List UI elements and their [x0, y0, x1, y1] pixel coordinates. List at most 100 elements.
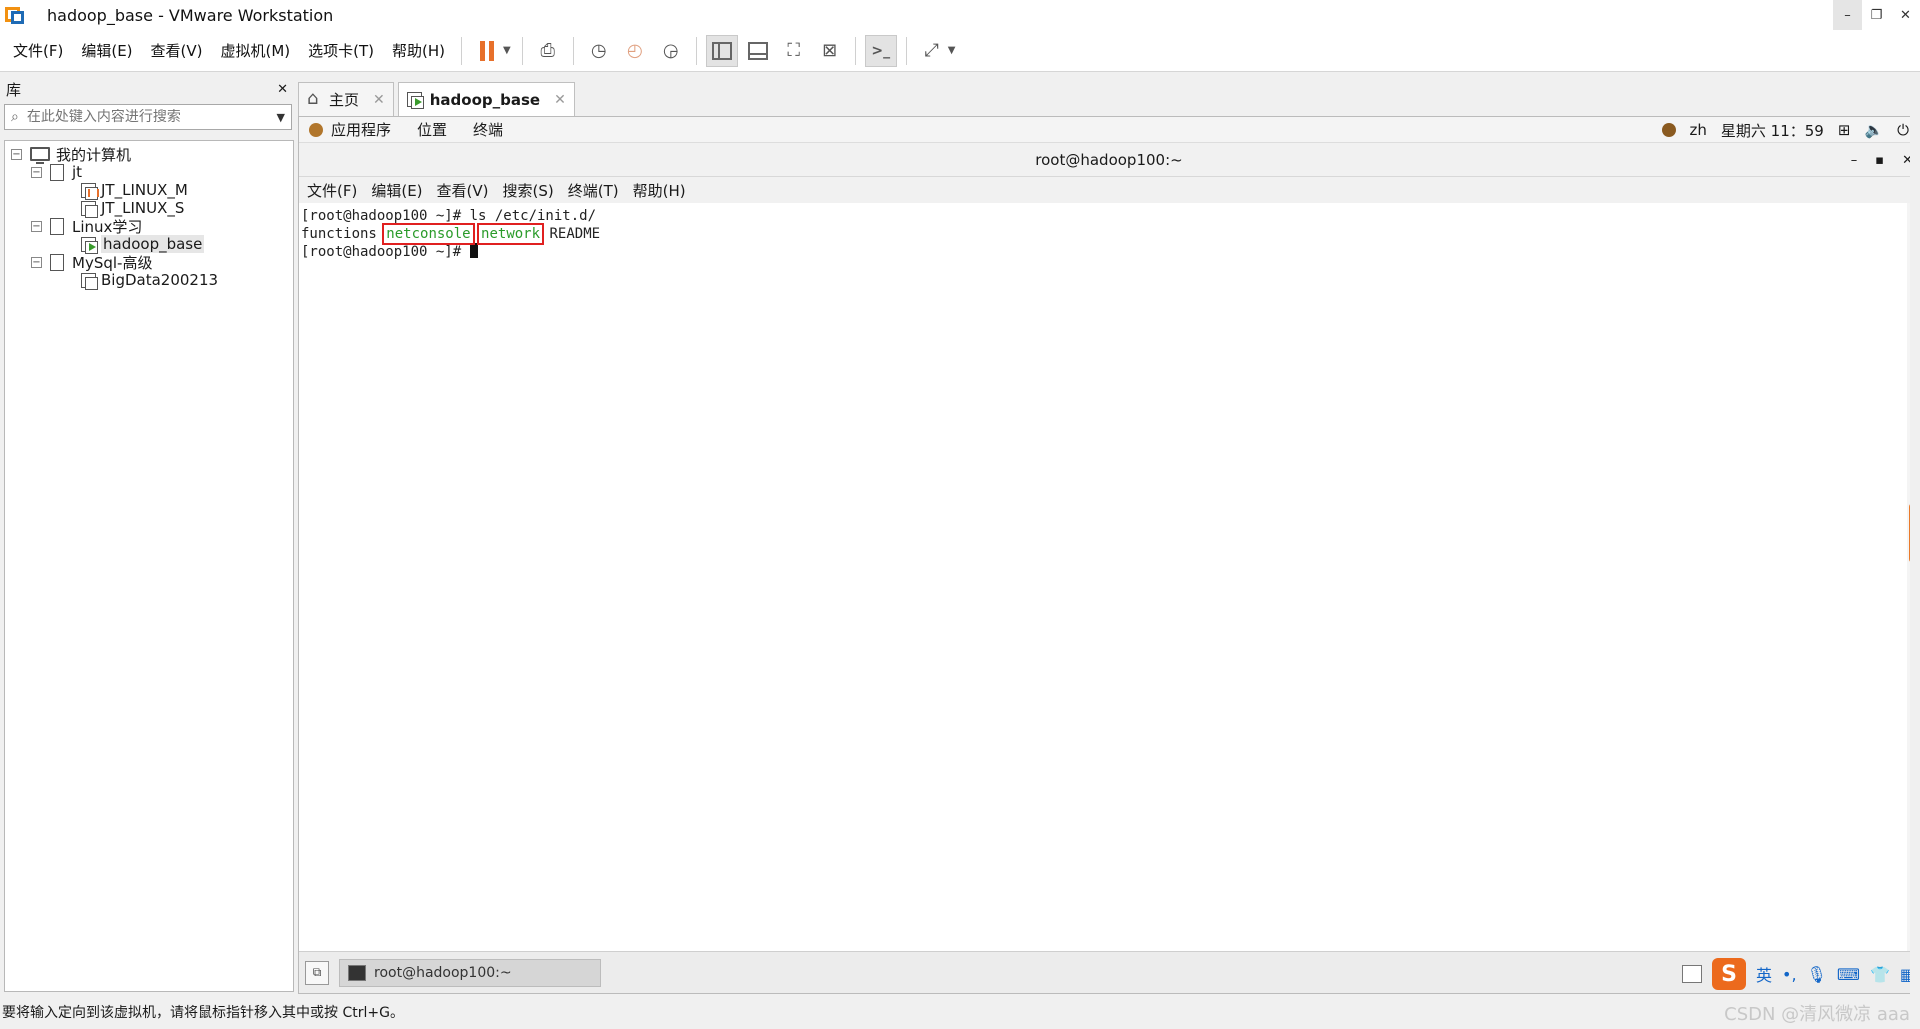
tab-hadoop-base[interactable]: hadoop_base ✕	[397, 82, 575, 116]
library-tree: − 我的计算机 − jt JT_LINUX_M JT_LINUX_S − Lin…	[4, 140, 294, 992]
file-functions: functions	[301, 226, 386, 242]
library-header: 库 ✕	[0, 76, 296, 102]
clock[interactable]: 星期六 11：59	[1721, 120, 1824, 141]
computer-icon	[30, 147, 50, 164]
toolbar-separator	[905, 36, 907, 65]
menu-vm[interactable]: 虚拟机(M)	[212, 40, 300, 61]
unity-button[interactable]: ⊠	[814, 35, 846, 67]
volume-icon[interactable]: 🔈	[1864, 121, 1883, 139]
tab-label: hadoop_base	[429, 90, 541, 109]
menu-tabs[interactable]: 选项卡(T)	[299, 40, 383, 61]
gnome-applications-menu[interactable]: 应用程序	[331, 119, 391, 140]
toolbar-separator	[572, 36, 574, 65]
punctuation-icon[interactable]: •,	[1782, 965, 1797, 984]
gnome-places-menu[interactable]: 位置	[417, 119, 447, 140]
toolbar-separator	[854, 36, 856, 65]
menu-file[interactable]: 文件(F)	[0, 40, 72, 61]
terminal-icon	[348, 964, 366, 981]
terminal-line: functions netconsole network README	[301, 223, 1907, 245]
terminal-output[interactable]: [root@hadoop100 ~]# ls /etc/init.d/ func…	[299, 203, 1907, 951]
power-icon[interactable]: ⏻	[1897, 121, 1909, 139]
title-bar: hadoop_base - VMware Workstation – ❐ ✕	[0, 0, 1920, 30]
terminal-minimize-button[interactable]: –	[1851, 153, 1858, 168]
suspend-button[interactable]	[471, 35, 503, 67]
tab-bar: 主页 ✕ hadoop_base ✕	[298, 82, 579, 116]
folder-icon	[50, 217, 64, 235]
library-search-input[interactable]	[26, 109, 277, 125]
minimize-button[interactable]: –	[1833, 0, 1862, 30]
revert-snapshot-button[interactable]: ◴	[619, 35, 651, 67]
full-screen-button[interactable]: ⛶	[778, 35, 810, 67]
microphone-icon[interactable]: 🎙	[1807, 965, 1827, 984]
tree-item-jt[interactable]: − jt	[31, 161, 82, 183]
close-tab-icon[interactable]: ✕	[373, 92, 385, 108]
close-tab-icon[interactable]: ✕	[554, 92, 566, 108]
tab-label: 主页	[329, 91, 360, 109]
file-netconsole: netconsole	[382, 223, 475, 245]
window-controls: – ❐ ✕	[1833, 0, 1920, 30]
terminal-line: [root@hadoop100 ~]# ls /etc/init.d/	[301, 208, 597, 224]
guest-screen[interactable]: 应用程序 位置 终端 zh 星期六 11：59 ⊞ 🔈 ⏻ root@hadoo…	[298, 116, 1920, 994]
terminal-maximize-button[interactable]: ▪	[1875, 153, 1884, 168]
terminal-menu-view[interactable]: 查看(V)	[430, 180, 496, 201]
gnome-tray: zh 星期六 11：59 ⊞ 🔈 ⏻	[1661, 117, 1909, 143]
collapse-toggle-icon[interactable]: −	[31, 166, 42, 178]
network-icon[interactable]: ⊞	[1838, 121, 1851, 139]
terminal-menu-help[interactable]: 帮助(H)	[626, 180, 693, 201]
menu-view[interactable]: 查看(V)	[142, 40, 212, 61]
terminal-titlebar: root@hadoop100:~ – ▪ ✕	[299, 143, 1919, 177]
collapse-toggle-icon[interactable]: −	[31, 256, 42, 268]
restore-button[interactable]: ❐	[1862, 0, 1891, 30]
library-close-button[interactable]: ✕	[277, 82, 288, 97]
pause-icon	[480, 40, 495, 61]
tray-app-icon[interactable]	[1661, 123, 1676, 137]
library-search-box: ⌕ ▼	[4, 104, 292, 130]
input-language[interactable]: zh	[1690, 121, 1707, 139]
vm-view-scrollbar[interactable]	[1910, 76, 1920, 994]
menu-help[interactable]: 帮助(H)	[383, 40, 454, 61]
vm-area: 主页 ✕ hadoop_base ✕ 应用程序 位置 终端 zh 星期六 11：…	[298, 76, 1920, 994]
terminal-menu-edit[interactable]: 编辑(E)	[364, 180, 429, 201]
collapse-toggle-icon[interactable]: −	[31, 220, 42, 232]
terminal-menu-search[interactable]: 搜索(S)	[496, 180, 561, 201]
tree-item-bigdata[interactable]: BigData200213	[81, 269, 218, 291]
full-screen-icon: ⛶	[787, 40, 801, 61]
snapshot-clock-icon: ◷	[590, 40, 607, 61]
terminal-menu-terminal[interactable]: 终端(T)	[561, 180, 626, 201]
snapshot-manager-button[interactable]: ◶	[655, 35, 687, 67]
snapshot-button[interactable]: ◷	[583, 35, 615, 67]
library-title: 库	[6, 80, 22, 99]
close-window-button[interactable]: ✕	[1891, 0, 1920, 30]
ime-mode[interactable]: 英	[1756, 962, 1772, 986]
gnome-taskbar: ⧉ root@hadoop100:~ S 英 •, 🎙 ⌨ 👕 ▦	[299, 951, 1919, 993]
terminal-prompt: [root@hadoop100 ~]#	[301, 244, 470, 260]
library-panel: 库 ✕ ⌕ ▼ − 我的计算机 − jt JT_LINUX_M JT_LINUX…	[0, 76, 296, 994]
console-prompt-icon: >_	[871, 42, 891, 59]
terminal-menu-file[interactable]: 文件(F)	[299, 180, 364, 201]
show-desktop-button[interactable]: ⧉	[305, 960, 329, 985]
thumbnail-layout-icon	[747, 41, 768, 60]
sogou-ime-icon[interactable]: S	[1712, 958, 1746, 990]
menu-edit[interactable]: 编辑(E)	[72, 40, 141, 61]
stretch-icon: ⤢	[924, 40, 939, 61]
send-ctrl-alt-del-button[interactable]: ⎙	[532, 35, 564, 67]
collapse-toggle-icon[interactable]: −	[11, 148, 22, 160]
workspace-switcher-icon[interactable]	[1682, 965, 1702, 983]
stretch-guest-button[interactable]: ⤢	[916, 35, 948, 67]
gnome-top-bar: 应用程序 位置 终端 zh 星期六 11：59 ⊞ 🔈 ⏻	[299, 117, 1919, 143]
keyboard-send-icon: ⎙	[540, 40, 555, 61]
keyboard-icon[interactable]: ⌨	[1837, 965, 1860, 984]
toolbar-separator	[461, 36, 463, 65]
console-view-button[interactable]: >_	[864, 34, 897, 67]
tree-label: BigData200213	[101, 271, 219, 289]
search-dropdown-icon[interactable]: ▼	[277, 111, 285, 124]
power-dropdown-icon[interactable]: ▼	[503, 45, 511, 56]
tab-home[interactable]: 主页 ✕	[298, 82, 394, 116]
file-readme: README	[541, 226, 601, 242]
stretch-dropdown-icon[interactable]: ▼	[948, 45, 956, 56]
show-thumbnail-bar-button[interactable]	[742, 35, 774, 67]
skin-icon[interactable]: 👕	[1870, 965, 1890, 984]
show-library-button[interactable]	[705, 34, 738, 67]
taskbar-terminal-item[interactable]: root@hadoop100:~	[339, 958, 601, 987]
gnome-terminal-menu[interactable]: 终端	[473, 119, 503, 140]
